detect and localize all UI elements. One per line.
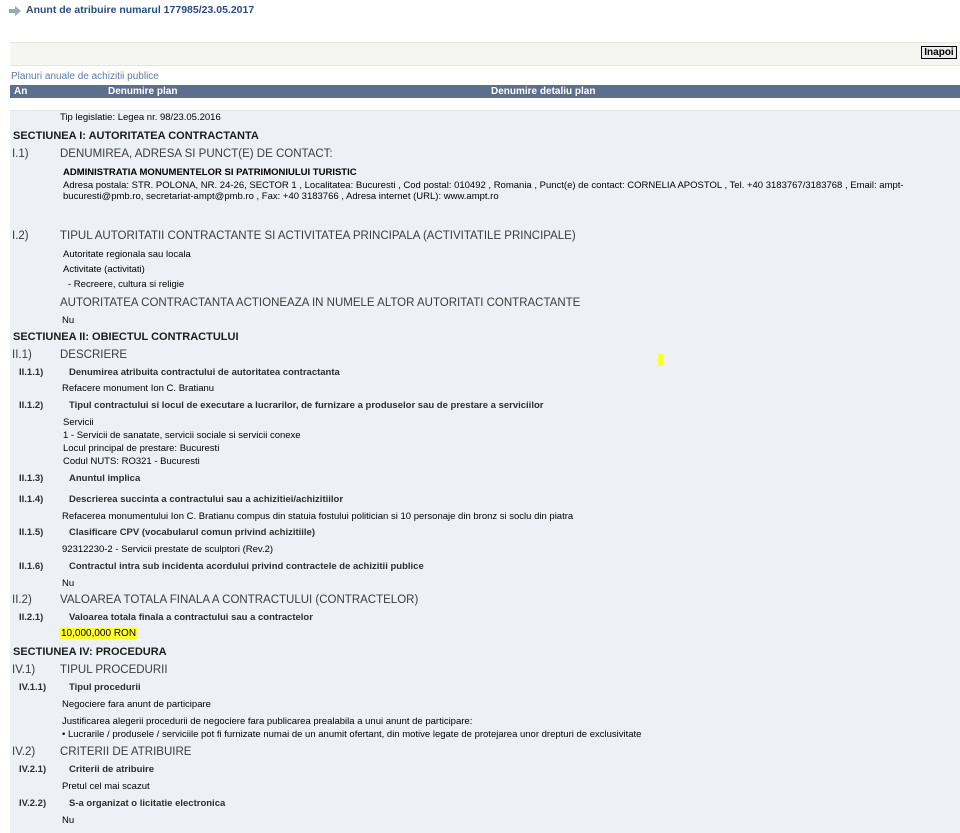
arrow-right-icon [9,6,21,16]
on-behalf-value: Nu [62,315,75,326]
iv22-title: S-a organizat o licitatie electronica [69,798,226,809]
ii111-value: Refacere monument Ion C. Bratianu [62,383,215,394]
justification-value: • Lucrarile / produsele / serviciile pot… [62,729,642,740]
ii114-number: II.1.4) [19,494,44,505]
ii112-title: Tipul contractului si locul de executare… [69,400,544,411]
highlight-marker [658,354,663,366]
ii2-number: II.2) [12,594,32,606]
section-4-title: SECTIUNEA IV: PROCEDURA [13,646,167,658]
i1-title: DENUMIREA, ADRESA SI PUNCT(E) DE CONTACT… [60,148,333,160]
ii115-value: 92312230-2 - Servicii prestate de sculpt… [62,544,274,555]
on-behalf-title: AUTORITATEA CONTRACTANTA ACTIONEAZA IN N… [60,297,581,309]
toolbar-band [10,42,960,66]
i1-number: I.1) [12,148,29,160]
place-of-performance: Locul principal de prestare: Bucuresti [63,443,220,454]
ii2-title: VALOAREA TOTALA FINALA A CONTRACTULUI (C… [60,594,419,606]
iv22-value: Nu [62,815,75,826]
nuts-code: Codul NUTS: RO321 - Bucuresti [63,456,200,467]
ii114-value: Refacerea monumentului Ion C. Bratianu c… [62,511,574,522]
justification-label: Justificarea alegerii procedurii de nego… [62,716,473,727]
ii21-number: II.2.1) [19,612,44,623]
ii1-title: DESCRIERE [60,349,128,361]
i2-number: I.2) [12,230,29,242]
ii113-title: Anuntul implica [69,473,141,484]
address-line-2: bucuresti@pmb.ro, secretariat-ampt@pmb.r… [63,191,499,202]
ii112-number: II.1.2) [19,400,44,411]
ii111-number: II.1.1) [19,367,44,378]
column-plan-detail: Denumire detaliu plan [491,86,596,97]
i2-title: TIPUL AUTORITATII CONTRACTANTE SI ACTIVI… [60,230,576,242]
ii1-number: II.1) [12,349,32,361]
authority-name: ADMINISTRATIA MONUMENTELOR SI PATRIMONIU… [63,167,357,178]
plans-section-title: Planuri anuale de achizitii publice [11,71,159,82]
column-year: An [14,86,28,97]
iv21-number: IV.2.1) [19,764,47,775]
activity-item: - Recreere, cultura si religie [68,279,185,290]
column-plan-name: Denumire plan [108,86,178,97]
service-category: 1 - Servicii de sanatate, servicii socia… [63,430,301,441]
iv11-title: Tipul procedurii [69,682,141,693]
ii115-title: Clasificare CPV (vocabularul comun privi… [69,527,316,538]
ii115-number: II.1.5) [19,527,44,538]
iv22-number: IV.2.2) [19,798,47,809]
iv21-value: Pretul cel mai scazut [62,781,150,792]
iv2-title: CRITERII DE ATRIBUIRE [60,746,192,758]
iv11-number: IV.1.1) [19,682,47,693]
ii116-value: Nu [62,578,75,589]
back-button[interactable]: Inapoi [921,46,957,59]
iv2-number: IV.2) [12,746,36,758]
contract-type: Servicii [63,417,94,428]
address-line-1: Adresa postala: STR. POLONA, NR. 24-26, … [63,180,904,191]
iv11-value: Negociere fara anunt de participare [62,699,211,710]
ii116-number: II.1.6) [19,561,44,572]
activities-label: Activitate (activitati) [63,264,145,275]
ii114-title: Descrierea succinta a contractului sau a… [69,494,344,505]
iv21-title: Criterii de atribuire [69,764,154,775]
section-1-title: SECTIUNEA I: AUTORITATEA CONTRACTANTA [13,130,259,142]
authority-type: Autoritate regionala sau locala [63,249,191,260]
legislation-type: Tip legislatie: Legea nr. 98/23.05.2016 [60,112,221,123]
plans-table-header: An Denumire plan Denumire detaliu plan [10,85,960,98]
iv1-number: IV.1) [12,664,36,676]
page-title: Anunt de atribuire numarul 177985/23.05.… [26,4,255,16]
iv1-title: TIPUL PROCEDURII [60,664,168,676]
section-2-title: SECTIUNEA II: OBIECTUL CONTRACTULUI [13,331,239,343]
ii111-title: Denumirea atribuita contractului de auto… [69,367,340,378]
ii113-number: II.1.3) [19,473,44,484]
total-value-highlight: 10,000,000 RON [59,628,139,639]
ii21-title: Valoarea totala finala a contractului sa… [69,612,313,623]
ii116-title: Contractul intra sub incidenta acordului… [69,561,424,572]
